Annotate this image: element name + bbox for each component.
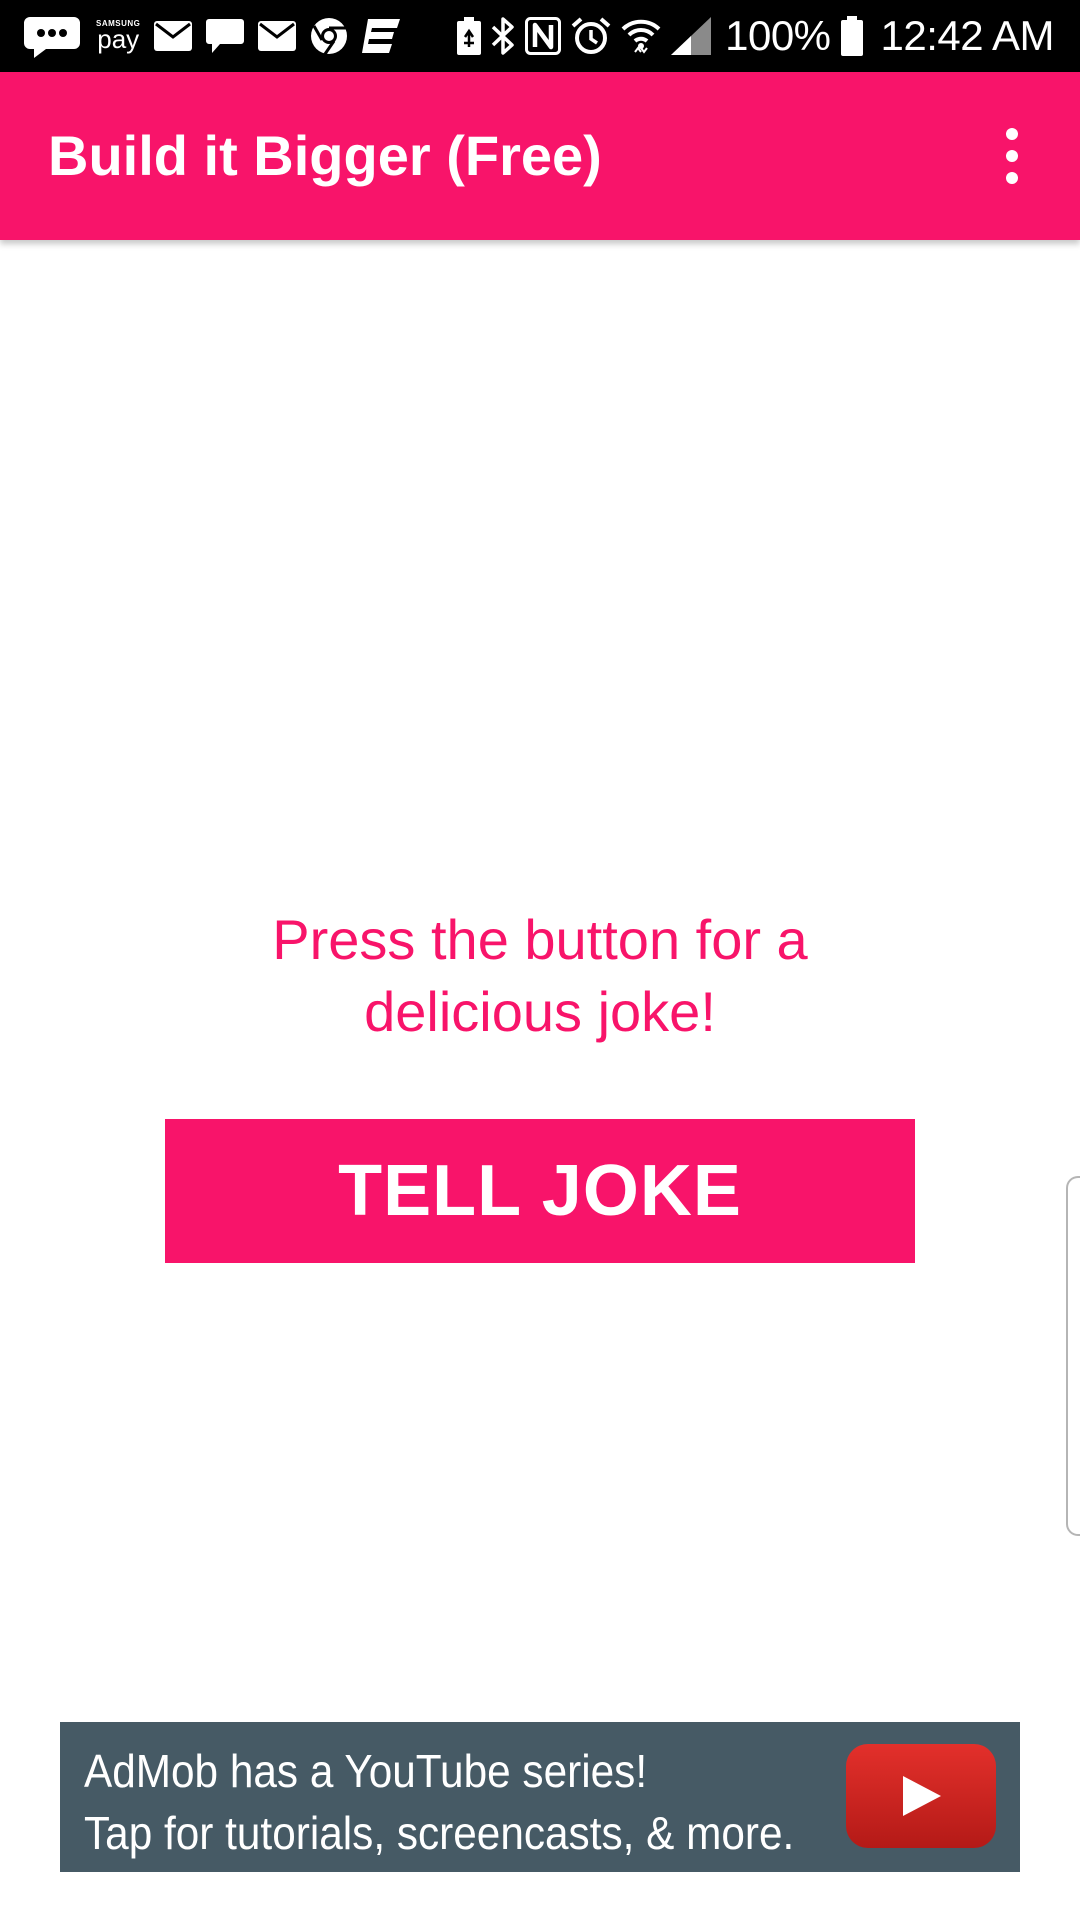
tell-joke-button[interactable]: TELL JOKE [165,1119,915,1263]
messages-icon [24,13,80,59]
battery-percent: 100% [725,12,831,59]
app-icon [362,19,401,53]
app-bar: Build it Bigger (Free) [0,72,1080,240]
instructions-text: Press the button for a delicious joke! [0,904,1080,1048]
clock: 12:42 AM [880,12,1055,59]
email-icon [258,21,297,51]
chrome-icon [310,17,348,55]
more-options-button[interactable] [972,116,1052,196]
notification-icons: SAMSUNG pay [24,10,401,62]
samsung-pay-icon: SAMSUNG pay [96,20,140,54]
edge-panel-handle[interactable] [1066,1176,1080,1536]
ad-banner[interactable]: AdMob has a YouTube series! Tap for tuto… [60,1722,1020,1872]
email-icon [154,21,193,51]
alarm-icon [571,16,611,56]
ad-line-2: Tap for tutorials, screencasts, & more. [84,1807,795,1859]
nfc-icon [525,17,562,55]
wifi-icon [621,16,661,56]
bluetooth-icon [491,16,515,56]
ad-line-1: AdMob has a YouTube series! [84,1745,648,1797]
youtube-play-icon [846,1744,996,1848]
instructions-line-1: Press the button for a [272,908,808,971]
more-vert-icon [1006,128,1018,140]
chat-icon [206,17,245,55]
more-vert-icon [1006,150,1018,162]
more-vert-icon [1006,172,1018,184]
instructions-line-2: delicious joke! [364,980,716,1043]
samsung-pay-label: pay [97,24,140,54]
system-icons: 100% 12:42 AM [457,8,1055,64]
ad-text: AdMob has a YouTube series! Tap for tuto… [84,1740,856,1864]
app-title: Build it Bigger (Free) [48,124,602,187]
battery-saver-icon [457,17,482,55]
signal-icon [671,17,712,55]
battery-icon [840,16,863,56]
status-bar: SAMSUNG pay 100% 12:42 AM [0,0,1080,72]
